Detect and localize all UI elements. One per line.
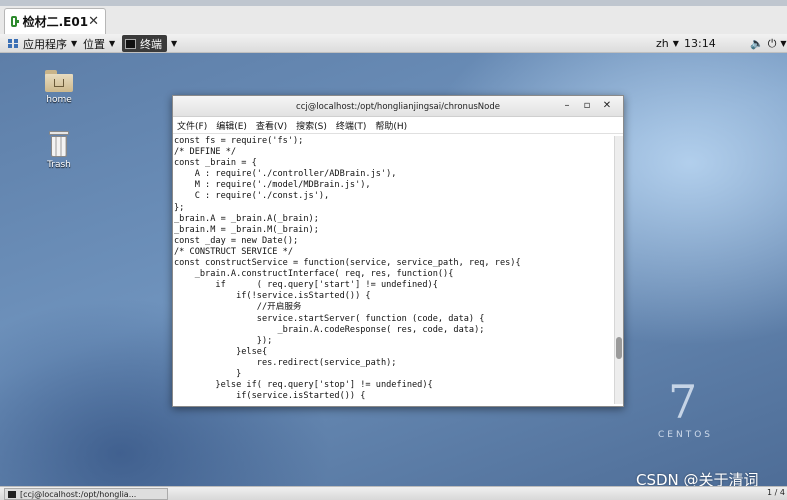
- home-folder-icon: [45, 70, 73, 92]
- speaker-icon: 🔈: [750, 37, 764, 50]
- menu-search[interactable]: 搜索(S): [296, 119, 327, 132]
- maximize-button[interactable]: ▫: [577, 99, 597, 113]
- code-line: C : require('./const.js'),: [174, 191, 330, 202]
- places-label: 位置: [83, 37, 105, 51]
- code-line: };: [174, 202, 185, 213]
- menu-terminal[interactable]: 终端(T): [336, 119, 367, 132]
- code-line: const constructService = function(servic…: [174, 258, 521, 269]
- code-line: /* CONSTRUCT SERVICE */: [174, 246, 293, 257]
- terminal-icon: [125, 38, 136, 49]
- vm-tab[interactable]: 检材二.E01 ✕: [4, 8, 106, 34]
- centos-logo-text: CENTOS: [658, 430, 713, 440]
- code-line: res.redirect(service_path);: [174, 357, 397, 368]
- code-line: }else if( req.query['stop'] != undefined…: [174, 380, 433, 391]
- menu-help[interactable]: 帮助(H): [375, 119, 407, 132]
- language-label: zh: [656, 37, 669, 50]
- terminal-icon: [8, 490, 16, 498]
- watermark: CSDN @关于清词: [636, 471, 759, 486]
- code-line: }else{: [174, 346, 268, 357]
- scrollbar-thumb[interactable]: [616, 337, 622, 359]
- places-menu[interactable]: 位置 ▼: [83, 34, 115, 53]
- terminal-title: ccj@localhost:/opt/honglianjingsai/chron…: [296, 102, 500, 112]
- power-icon: ⏻: [767, 36, 777, 50]
- code-line: _brain.A.constructInterface( req, res, f…: [174, 269, 454, 280]
- vm-icon: [11, 16, 19, 27]
- workspace-pager[interactable]: 1 / 4: [767, 488, 785, 497]
- desktop-icon-label: home: [46, 95, 72, 105]
- terminal-app-menu[interactable]: 终端 ▼: [122, 34, 177, 53]
- menu-file[interactable]: 文件(F): [177, 119, 207, 132]
- language-menu[interactable]: zh ▼: [656, 34, 679, 53]
- code-line: if ( req.query['start'] != undefined){: [174, 280, 438, 291]
- code-line: //开启服务: [174, 302, 302, 313]
- code-line: service.startServer( function (code, dat…: [174, 313, 485, 324]
- terminal-window[interactable]: ccj@localhost:/opt/honglianjingsai/chron…: [172, 95, 624, 407]
- clock[interactable]: 13:14: [684, 34, 716, 53]
- code-line: const _brain = {: [174, 158, 257, 169]
- trash-icon: [49, 131, 69, 157]
- terminal-output[interactable]: const fs = require('fs');/* DEFINE */con…: [174, 136, 612, 402]
- desktop: home Trash 7 CENTOS CSDN @关于清词 ccj@local…: [0, 53, 787, 486]
- desktop-icon-label: Trash: [47, 160, 71, 170]
- desktop-icon-trash[interactable]: Trash: [34, 131, 84, 170]
- code-line: _brain.M = _brain.M(_brain);: [174, 224, 319, 235]
- host-top-strip: [0, 0, 787, 6]
- menu-edit[interactable]: 编辑(E): [216, 119, 247, 132]
- close-icon[interactable]: ✕: [88, 14, 99, 29]
- taskbar-item-terminal[interactable]: [ccj@localhost:/opt/honglia...: [4, 488, 168, 500]
- chevron-down-icon: ▼: [672, 39, 679, 48]
- chevron-down-icon: ▼: [171, 39, 178, 48]
- menu-view[interactable]: 查看(V): [256, 119, 287, 132]
- code-line: _brain.A = _brain.A(_brain);: [174, 213, 319, 224]
- code-line: }: [174, 368, 242, 379]
- taskbar-item-label: [ccj@localhost:/opt/honglia...: [20, 489, 137, 499]
- terminal-scrollbar[interactable]: [614, 136, 623, 404]
- applications-menu[interactable]: 应用程序 ▼: [8, 34, 77, 53]
- code-line: _brain.A.codeResponse( res, code, data);: [174, 324, 485, 335]
- vm-tab-title: 检材二.E01: [22, 15, 89, 29]
- code-line: if(service.isStarted()) {: [174, 391, 366, 402]
- minimize-button[interactable]: –: [557, 99, 577, 113]
- code-line: /* DEFINE */: [174, 147, 237, 158]
- applications-icon: [8, 38, 19, 49]
- top-panel: 应用程序 ▼ 位置 ▼ 终端 ▼ zh ▼ 13:14 🔈 ⏻ ▼: [0, 34, 787, 53]
- centos-logo-numeral: 7: [668, 375, 698, 429]
- applications-label: 应用程序: [23, 37, 67, 51]
- chevron-down-icon: ▼: [780, 39, 787, 48]
- chevron-down-icon: ▼: [109, 39, 116, 48]
- code-line: M : require('./model/MDBrain.js'),: [174, 180, 371, 191]
- clock-time: 13:14: [684, 37, 716, 50]
- code-line: const fs = require('fs');: [174, 136, 304, 146]
- close-button[interactable]: ✕: [597, 99, 617, 113]
- desktop-icon-home[interactable]: home: [34, 70, 84, 105]
- terminal-titlebar[interactable]: ccj@localhost:/opt/honglianjingsai/chron…: [173, 96, 623, 117]
- bottom-taskbar: [ccj@localhost:/opt/honglia... 1 / 4: [0, 486, 787, 500]
- system-menu[interactable]: 🔈 ⏻ ▼: [750, 34, 787, 53]
- code-line: });: [174, 335, 273, 346]
- code-line: const _day = new Date();: [174, 235, 299, 246]
- terminal-menubar: 文件(F) 编辑(E) 查看(V) 搜索(S) 终端(T) 帮助(H): [173, 117, 623, 134]
- terminal-app-label: 终端: [140, 37, 162, 51]
- chevron-down-icon: ▼: [71, 39, 78, 48]
- terminal-app-button[interactable]: 终端: [122, 35, 167, 52]
- code-line: if(!service.isStarted()) {: [174, 291, 371, 302]
- code-line: A : require('./controller/ADBrain.js'),: [174, 169, 397, 180]
